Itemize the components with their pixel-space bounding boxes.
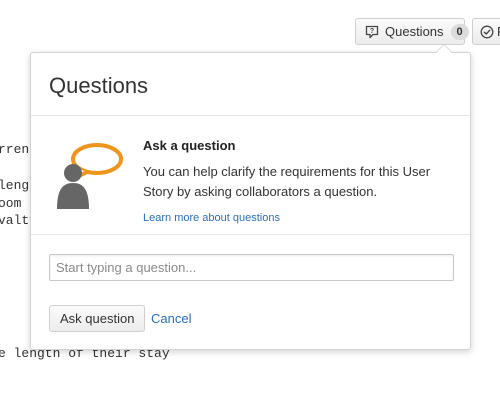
questions-button[interactable]: ? Questions 0 bbox=[355, 18, 469, 45]
questions-button-label: Questions bbox=[385, 24, 444, 39]
popover-body: Ask a question You can help clarify the … bbox=[31, 116, 470, 235]
person-speech-bubble-icon bbox=[53, 139, 125, 216]
svg-text:?: ? bbox=[370, 28, 374, 35]
check-circle-icon bbox=[480, 25, 494, 39]
popover-header: Questions bbox=[31, 53, 470, 116]
background-text-line: leng bbox=[0, 178, 30, 193]
popover-title: Questions bbox=[49, 73, 149, 98]
question-bubble-icon: ? bbox=[365, 25, 379, 39]
ask-question-description: You can help clarify the requirements fo… bbox=[143, 164, 431, 199]
learn-more-link[interactable]: Learn more about questions bbox=[143, 212, 280, 224]
questions-popover: Questions Ask a question You can help cl… bbox=[30, 44, 471, 350]
ask-question-heading: Ask a question bbox=[143, 138, 236, 153]
background-text-line: oom bbox=[0, 196, 22, 211]
cancel-link[interactable]: Cancel bbox=[151, 311, 191, 326]
questions-count-badge: 0 bbox=[450, 23, 469, 40]
ask-question-button[interactable]: Ask question bbox=[49, 305, 146, 332]
follow-button[interactable]: F bbox=[472, 18, 500, 45]
question-input[interactable] bbox=[49, 254, 454, 281]
